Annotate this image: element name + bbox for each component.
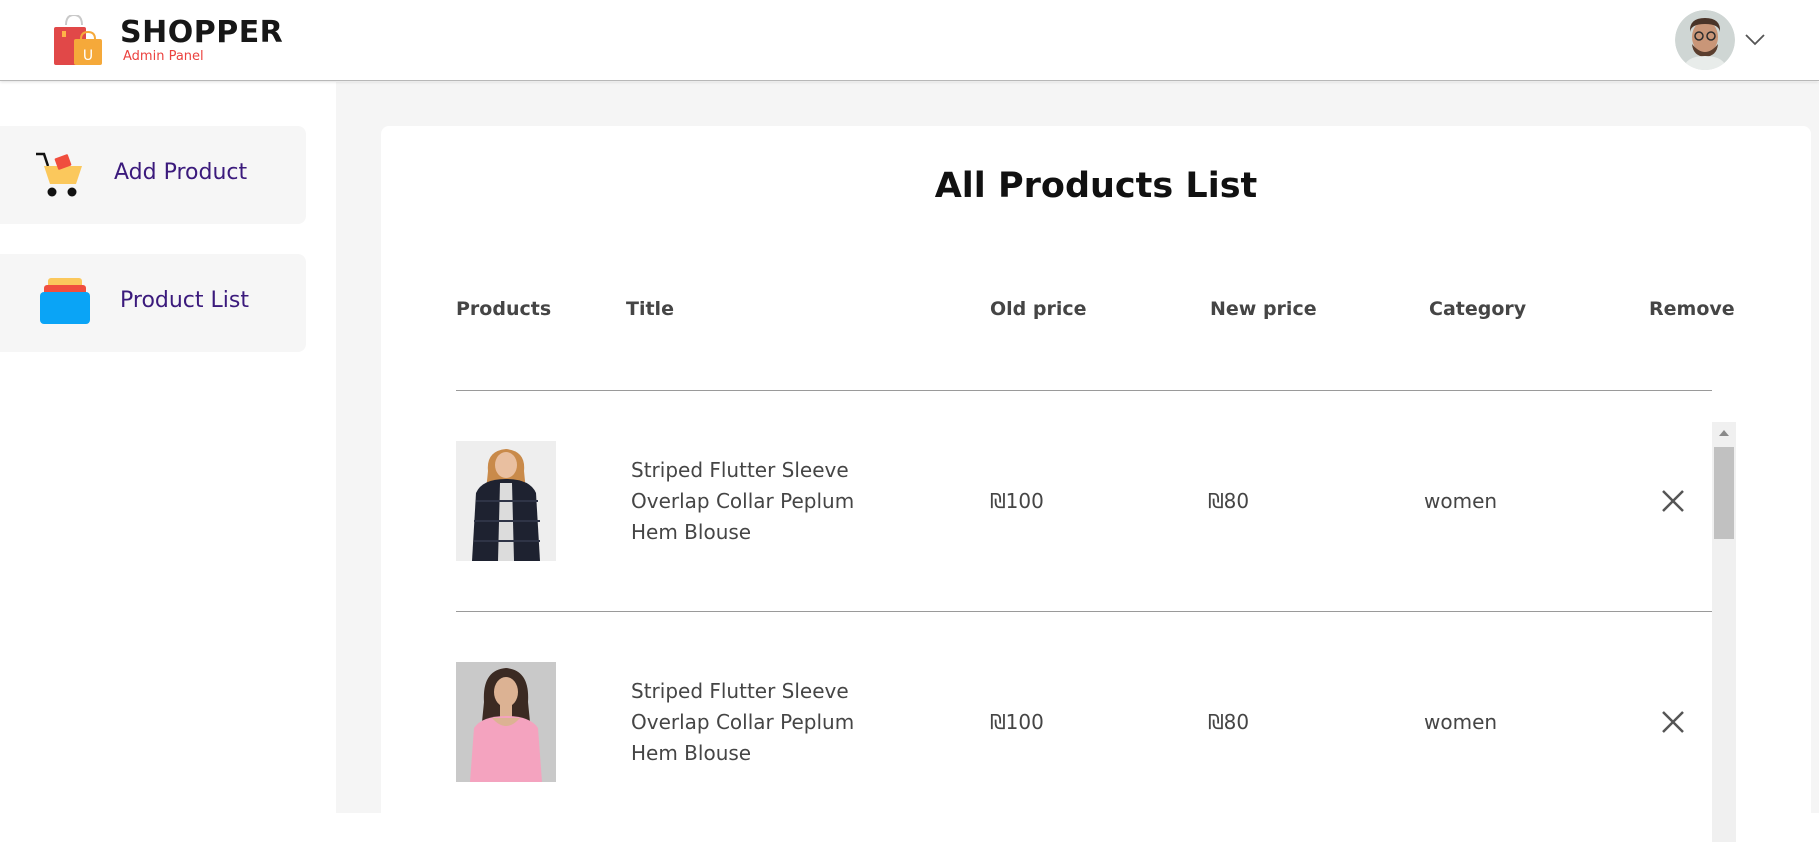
sidebar: Add Product Product List xyxy=(0,82,336,813)
product-title: Striped Flutter Sleeve Overlap Collar Pe… xyxy=(631,676,921,769)
product-image xyxy=(456,662,556,782)
avatar[interactable] xyxy=(1675,10,1735,70)
cart-icon xyxy=(34,150,86,202)
product-title-line: Striped Flutter Sleeve xyxy=(631,679,849,703)
sidebar-item-label: Product List xyxy=(120,288,249,313)
product-title-line: Striped Flutter Sleeve xyxy=(631,458,849,482)
table-row: Striped Flutter Sleeve Overlap Collar Pe… xyxy=(381,391,1811,611)
shopping-bag-logo-icon: U xyxy=(52,13,106,67)
navbar: U SHOPPER Admin Panel xyxy=(0,0,1819,81)
product-title-line: Hem Blouse xyxy=(631,741,752,765)
scrollbar-thumb[interactable] xyxy=(1714,447,1734,539)
main-content: All Products List Products Title Old pri… xyxy=(336,82,1819,842)
table-header: Products Title Old price New price Categ… xyxy=(381,298,1811,328)
page-title: All Products List xyxy=(934,166,1258,206)
product-title-line: Overlap Collar Peplum xyxy=(631,489,855,513)
scroll-up-arrow-icon[interactable] xyxy=(1712,422,1736,444)
column-header-title: Title xyxy=(626,298,674,320)
product-image xyxy=(456,441,556,561)
table-scrollbar[interactable] xyxy=(1712,422,1736,842)
product-list-panel: All Products List Products Title Old pri… xyxy=(381,126,1811,842)
table-row: Striped Flutter Sleeve Overlap Collar Pe… xyxy=(381,612,1811,832)
brand-name: SHOPPER xyxy=(120,15,284,50)
remove-icon[interactable] xyxy=(1659,708,1687,736)
column-header-new-price: New price xyxy=(1210,298,1317,320)
category: women xyxy=(1424,489,1498,513)
sidebar-item-product-list[interactable]: Product List xyxy=(0,254,306,352)
new-price: ₪80 xyxy=(1208,489,1250,513)
old-price: ₪100 xyxy=(990,710,1044,734)
product-title-line: Hem Blouse xyxy=(631,520,752,544)
svg-text:U: U xyxy=(83,48,93,64)
brand[interactable]: U SHOPPER Admin Panel xyxy=(52,13,283,68)
product-title-line: Overlap Collar Peplum xyxy=(631,710,855,734)
stack-icon xyxy=(40,278,90,328)
old-price: ₪100 xyxy=(990,489,1044,513)
sidebar-item-label: Add Product xyxy=(114,160,248,185)
remove-icon[interactable] xyxy=(1659,487,1687,515)
column-header-remove: Remove xyxy=(1649,298,1735,320)
sidebar-item-add-product[interactable]: Add Product xyxy=(0,126,306,224)
column-header-products: Products xyxy=(456,298,552,320)
brand-text: SHOPPER Admin Panel xyxy=(120,16,283,64)
chevron-down-icon[interactable] xyxy=(1743,27,1767,51)
product-title: Striped Flutter Sleeve Overlap Collar Pe… xyxy=(631,455,921,548)
new-price: ₪80 xyxy=(1208,710,1250,734)
column-header-category: Category xyxy=(1429,298,1527,320)
category: women xyxy=(1424,710,1498,734)
column-header-old-price: Old price xyxy=(990,298,1087,320)
brand-subtitle: Admin Panel xyxy=(123,49,204,64)
